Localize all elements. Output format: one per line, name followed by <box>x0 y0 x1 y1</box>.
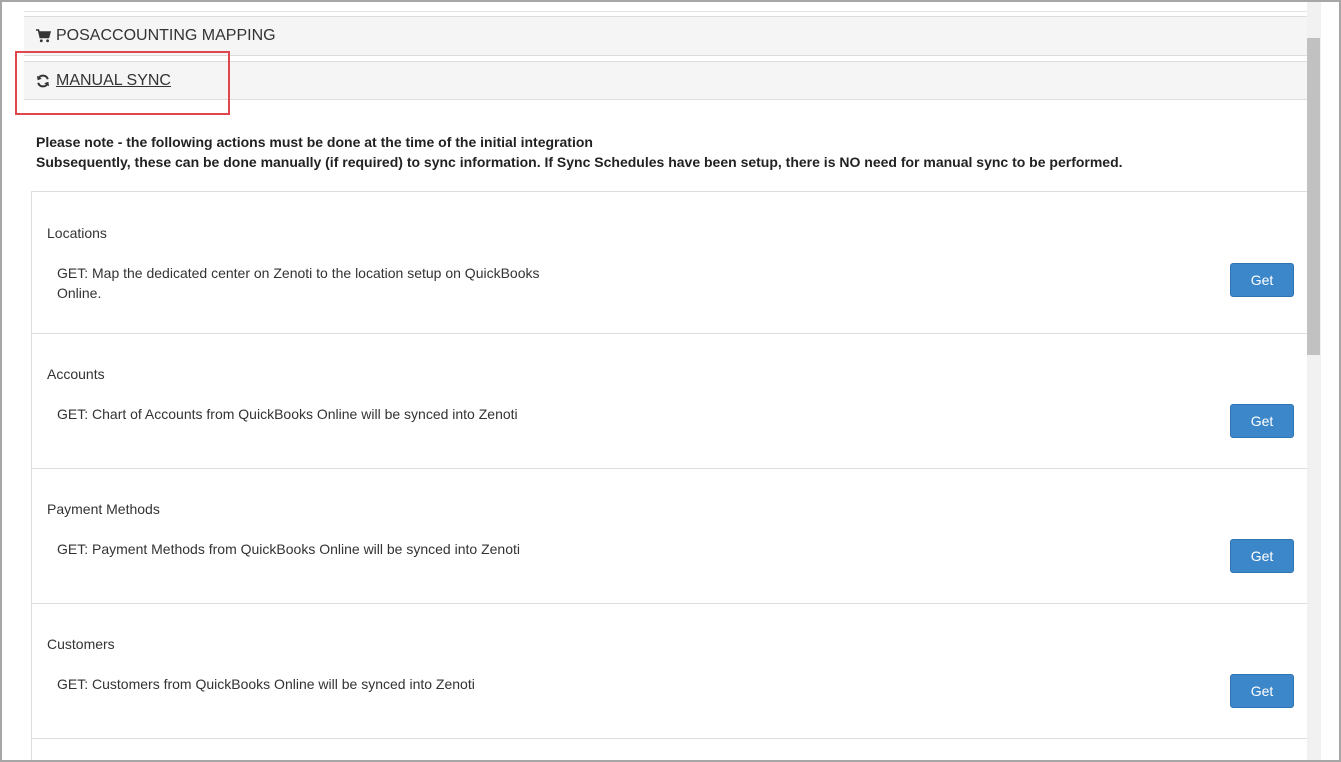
sync-item-description: GET: Map the dedicated center on Zenoti … <box>57 265 540 301</box>
get-customers-button[interactable]: Get <box>1230 674 1294 708</box>
shopping-cart-icon <box>35 28 51 44</box>
sync-item-title: Payment Methods <box>47 501 160 517</box>
note-line-2: Subsequently, these can be done manually… <box>36 154 1123 170</box>
get-payment-methods-button[interactable]: Get <box>1230 539 1294 573</box>
panel-manual-sync[interactable]: MANUAL SYNC <box>24 61 1307 100</box>
sync-item-title: Customers <box>47 636 115 652</box>
refresh-icon <box>35 73 51 89</box>
get-locations-button[interactable]: Get <box>1230 263 1294 297</box>
panel-posaccounting-mapping[interactable]: POSACCOUNTING MAPPING <box>24 16 1307 56</box>
note-line-1: Please note - the following actions must… <box>36 134 593 150</box>
manual-sync-link[interactable]: MANUAL SYNC <box>56 72 171 90</box>
scrollbar-thumb[interactable] <box>1307 38 1320 355</box>
sync-item-locations: Locations GET: Map the dedicated center … <box>32 192 1308 334</box>
app-window: POSACCOUNTING MAPPING MANUAL SYNC Please… <box>0 0 1341 762</box>
sync-item-payment-methods: Payment Methods GET: Payment Methods fro… <box>32 469 1308 604</box>
sync-item-description: GET: Customers from QuickBooks Online wi… <box>57 676 475 692</box>
panel-posaccounting-label: POSACCOUNTING MAPPING <box>56 27 276 44</box>
previous-panel-edge <box>24 2 1307 12</box>
sync-item-customers: Customers GET: Customers from QuickBooks… <box>32 604 1308 739</box>
sync-item-description: GET: Chart of Accounts from QuickBooks O… <box>57 406 518 422</box>
sync-item-description: GET: Payment Methods from QuickBooks Onl… <box>57 541 520 557</box>
sync-items-list: Locations GET: Map the dedicated center … <box>31 191 1308 760</box>
sync-item-accounts: Accounts GET: Chart of Accounts from Qui… <box>32 334 1308 469</box>
get-accounts-button[interactable]: Get <box>1230 404 1294 438</box>
sync-item-title: Locations <box>47 225 107 241</box>
sync-note: Please note - the following actions must… <box>36 132 1123 172</box>
sync-item-title: Accounts <box>47 366 105 382</box>
